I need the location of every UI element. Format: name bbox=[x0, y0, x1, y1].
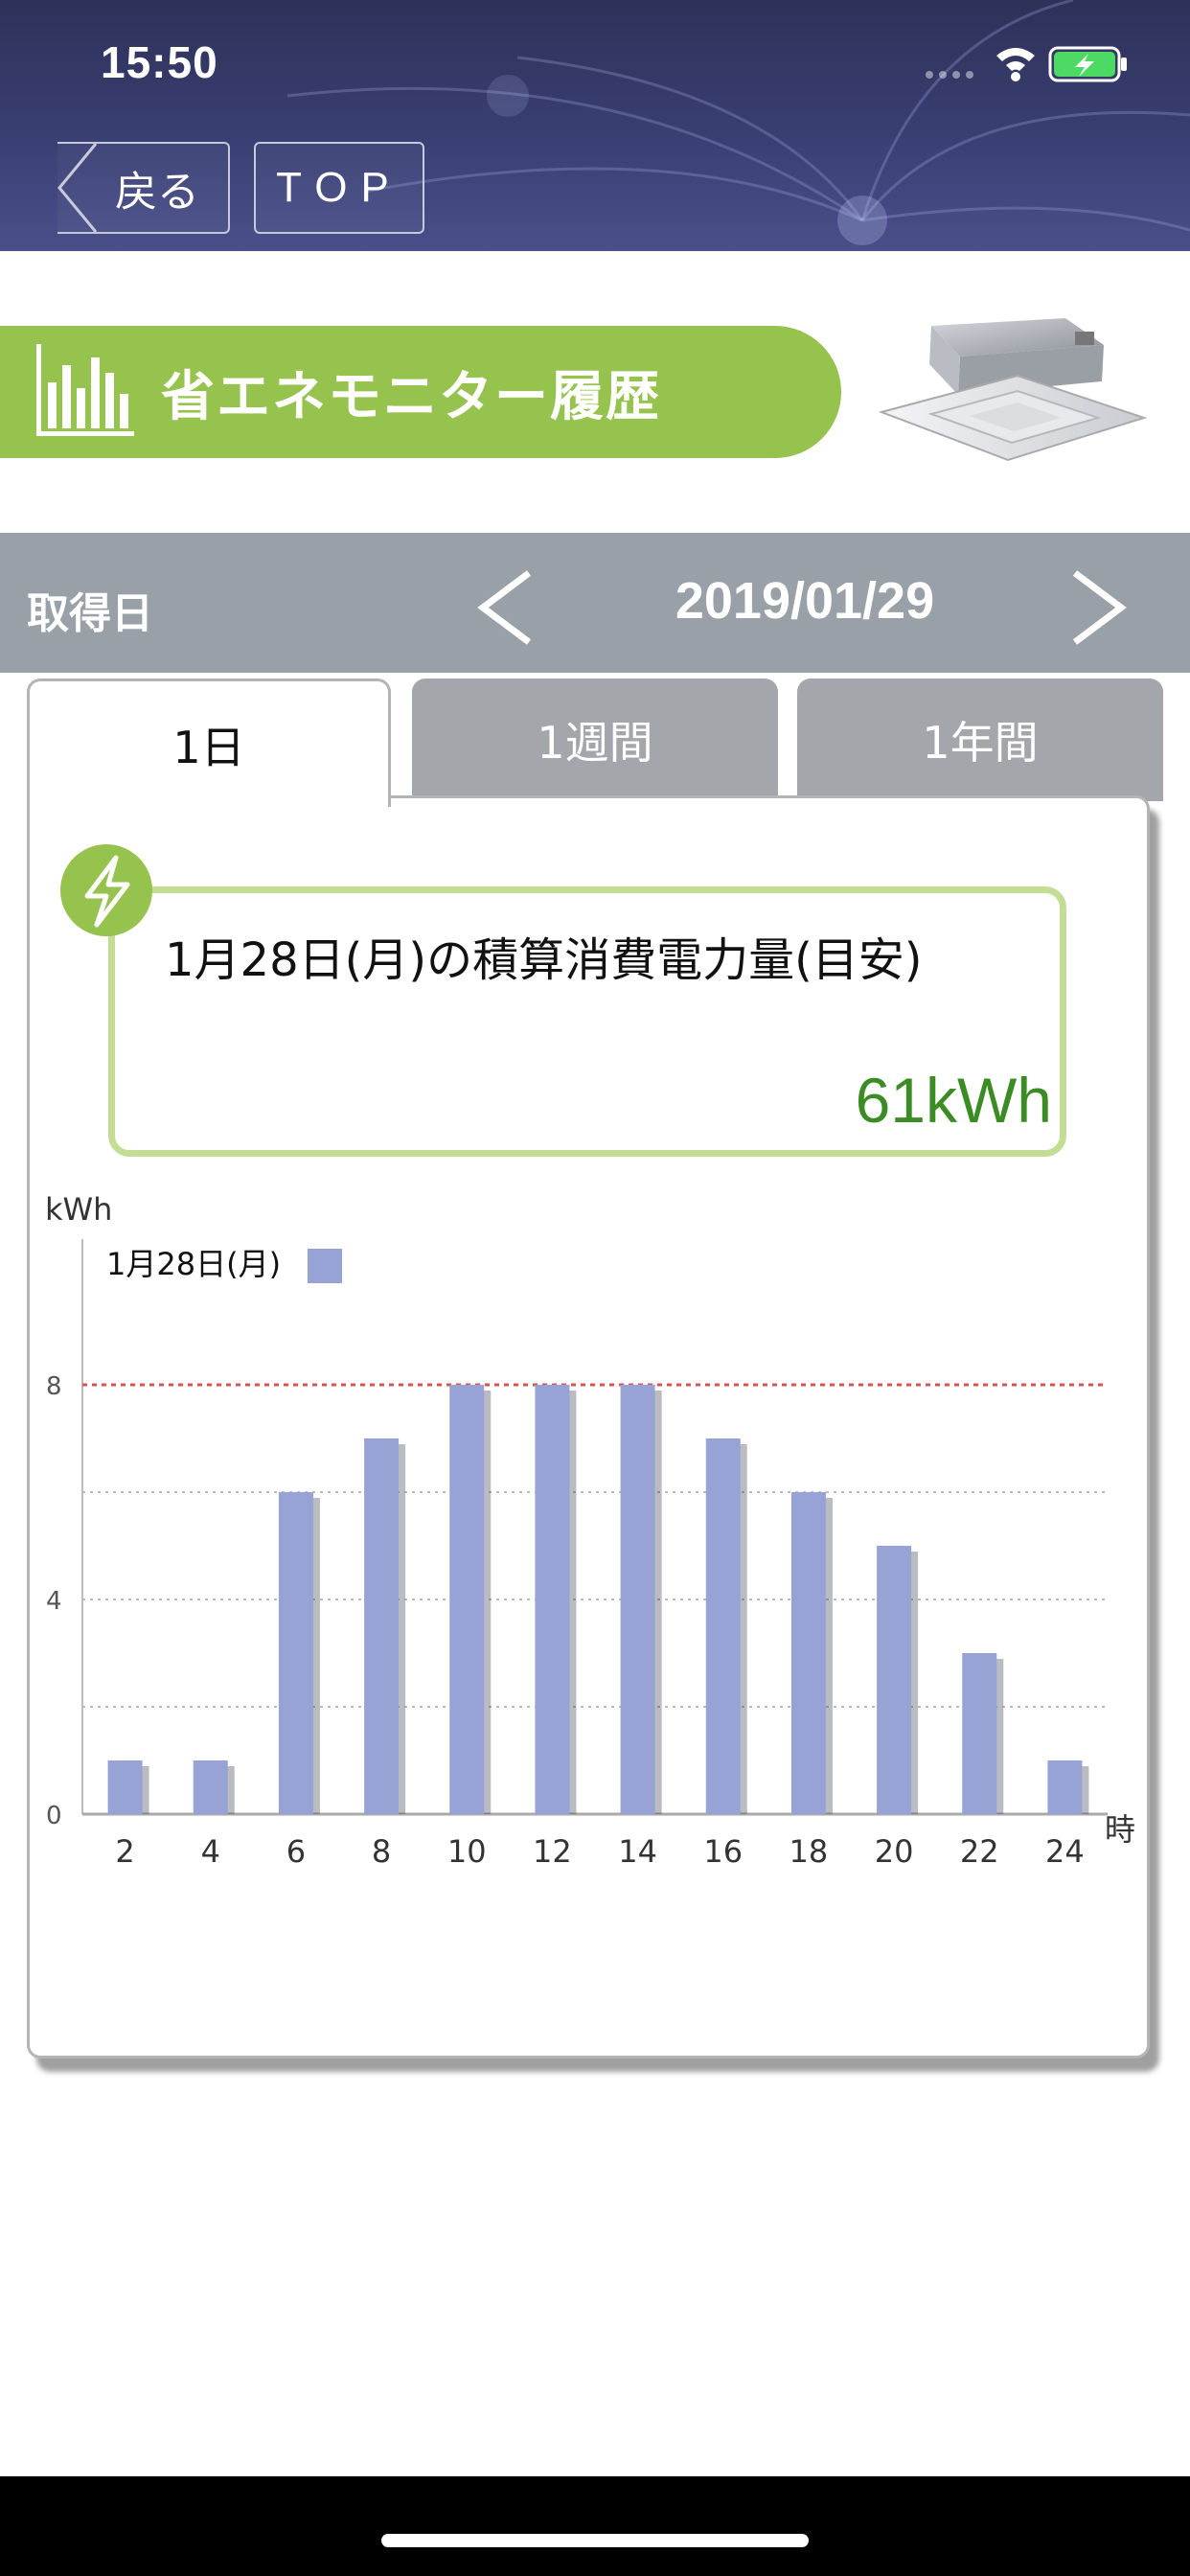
x-tick-label: 18 bbox=[790, 1833, 829, 1870]
y-axis-label: kWh bbox=[45, 1191, 112, 1228]
x-axis-label: 時 bbox=[1105, 1811, 1135, 1848]
bar bbox=[449, 1385, 485, 1814]
page-title: 省エネモニター履歴 bbox=[161, 365, 661, 428]
home-indicator[interactable] bbox=[381, 2534, 809, 2547]
bar bbox=[705, 1438, 741, 1814]
summary-label: 1月28日(月)の積算消費電力量(目安) bbox=[165, 933, 923, 987]
bar bbox=[278, 1492, 313, 1814]
tab-day[interactable]: 1日 bbox=[27, 678, 391, 807]
back-button-label: 戻る bbox=[115, 168, 199, 217]
consumption-summary-card: 1月28日(月)の積算消費電力量(目安) 61kWh bbox=[108, 886, 1066, 1157]
signal-dots-icon bbox=[926, 71, 973, 79]
x-tick-label: 22 bbox=[960, 1833, 999, 1870]
tab-year[interactable]: 1年間 bbox=[797, 678, 1163, 801]
tab-week[interactable]: 1週間 bbox=[412, 678, 778, 801]
x-tick-label: 6 bbox=[286, 1833, 306, 1870]
y-tick-label: 8 bbox=[46, 1372, 62, 1401]
legend-label: 1月28日(月) bbox=[106, 1246, 281, 1282]
x-tick-label: 16 bbox=[703, 1833, 743, 1870]
next-date-button[interactable] bbox=[1067, 569, 1131, 646]
app-header: 15:50 戻る TOP bbox=[0, 0, 1190, 251]
tab-year-label: 1年間 bbox=[922, 717, 1039, 769]
x-tick-label: 4 bbox=[201, 1833, 220, 1870]
date-value: 2019/01/29 bbox=[675, 572, 935, 630]
previous-date-button[interactable] bbox=[473, 569, 537, 646]
battery-icon bbox=[1048, 46, 1127, 82]
bar bbox=[790, 1492, 826, 1814]
wifi-icon bbox=[996, 48, 1035, 81]
air-conditioner-image bbox=[878, 318, 1148, 462]
top-button-label: TOP bbox=[276, 164, 402, 211]
x-tick-label: 14 bbox=[618, 1833, 657, 1870]
bar bbox=[107, 1760, 143, 1814]
x-tick-label: 8 bbox=[372, 1833, 391, 1870]
status-icons bbox=[926, 46, 1127, 82]
bar bbox=[620, 1385, 655, 1814]
x-tick-label: 2 bbox=[115, 1833, 134, 1870]
bar bbox=[193, 1760, 228, 1814]
history-panel: 1月28日(月)の積算消費電力量(目安) 61kWh kWh 時 1月28日(月… bbox=[27, 795, 1150, 2058]
date-label: 取得日 bbox=[27, 589, 153, 638]
hourly-consumption-chart: kWh 時 1月28日(月) 0482 4 6 8 10 12 14 16 18 20 22 24 bbox=[45, 1191, 1135, 1870]
bar bbox=[535, 1385, 570, 1814]
top-button[interactable]: TOP bbox=[254, 142, 424, 234]
tab-day-label: 1日 bbox=[172, 721, 245, 773]
y-tick-label: 4 bbox=[46, 1587, 62, 1616]
x-tick-label: 12 bbox=[533, 1833, 572, 1870]
bar bbox=[1047, 1760, 1083, 1814]
back-button[interactable]: 戻る bbox=[57, 142, 230, 234]
status-time: 15:50 bbox=[101, 37, 218, 87]
date-bar: 取得日 2019/01/29 bbox=[0, 533, 1190, 673]
x-tick-label: 24 bbox=[1045, 1833, 1085, 1870]
legend-swatch bbox=[308, 1249, 342, 1283]
bar bbox=[877, 1546, 912, 1814]
bar-chart-icon bbox=[36, 344, 134, 436]
lightning-icon bbox=[60, 844, 152, 936]
tab-week-label: 1週間 bbox=[537, 717, 653, 769]
home-bar-area bbox=[0, 2476, 1190, 2576]
y-tick-label: 0 bbox=[46, 1802, 62, 1830]
bar bbox=[364, 1438, 400, 1814]
summary-value: 61kWh bbox=[855, 1065, 1052, 1136]
x-tick-label: 20 bbox=[875, 1833, 914, 1870]
page-title-banner: 省エネモニター履歴 bbox=[0, 326, 841, 458]
x-tick-label: 10 bbox=[447, 1833, 487, 1870]
bar bbox=[962, 1653, 997, 1814]
